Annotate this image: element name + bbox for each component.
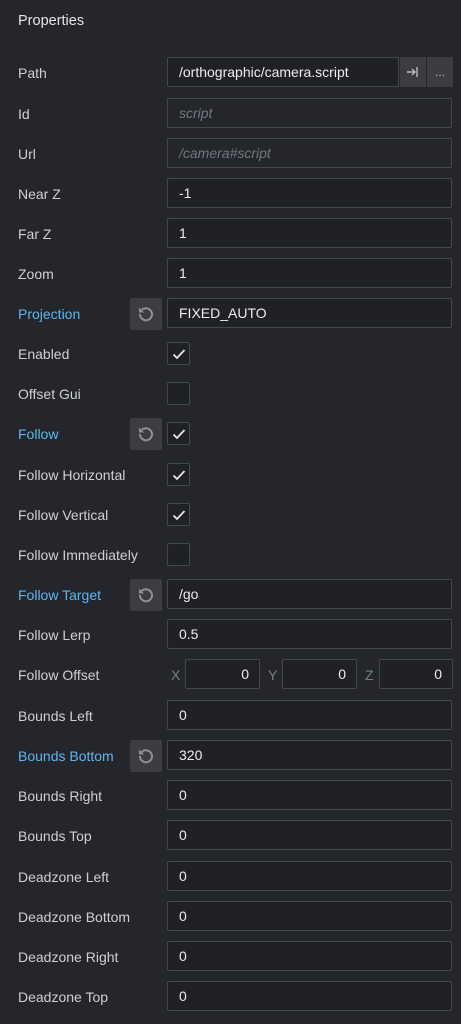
deadzone-bottom-field[interactable]: 0: [167, 901, 452, 931]
browse-button[interactable]: ...: [427, 57, 453, 87]
reset-icon[interactable]: [130, 298, 162, 330]
deadzone-top-label: Deadzone Top: [18, 989, 109, 1005]
enabled-label: Enabled: [18, 346, 70, 362]
bounds-right-label: Bounds Right: [18, 788, 103, 804]
near-z-row: Near Z -1: [0, 178, 461, 210]
deadzone-left-row: Deadzone Left 0: [0, 861, 461, 893]
checkmark-icon: [172, 509, 185, 520]
follow-horizontal-row: Follow Horizontal: [0, 459, 461, 491]
follow-vertical-label: Follow Vertical: [18, 507, 109, 523]
follow-lerp-label: Follow Lerp: [18, 627, 91, 643]
y-axis-label: Y: [268, 667, 278, 683]
id-row: Id script: [0, 98, 461, 130]
deadzone-top-row: Deadzone Top 0: [0, 981, 461, 1013]
follow-offset-label: Follow Offset: [18, 667, 100, 683]
x-axis-label: X: [171, 667, 181, 683]
follow-target-label: Follow Target: [18, 587, 102, 603]
z-axis-label: Z: [365, 667, 374, 683]
path-row: Path /orthographic/camera.script ...: [0, 57, 461, 89]
offset-gui-label: Offset Gui: [18, 386, 81, 402]
url-label: Url: [18, 146, 36, 162]
enabled-checkbox[interactable]: [167, 342, 190, 365]
zoom-field[interactable]: 1: [167, 258, 452, 288]
follow-vertical-row: Follow Vertical: [0, 499, 461, 531]
follow-target-row: Follow Target /go: [0, 579, 461, 611]
follow-lerp-row: Follow Lerp 0.5: [0, 619, 461, 651]
follow-horizontal-label: Follow Horizontal: [18, 467, 126, 483]
follow-offset-y-field[interactable]: 0: [282, 659, 357, 689]
checkmark-icon: [172, 348, 185, 359]
projection-row: Projection FIXED_AUTO: [0, 298, 461, 330]
follow-vertical-checkbox[interactable]: [167, 503, 190, 526]
follow-immediately-checkbox[interactable]: [167, 543, 190, 566]
bounds-right-row: Bounds Right 0: [0, 780, 461, 812]
follow-offset-z-field[interactable]: 0: [379, 659, 453, 689]
deadzone-right-label: Deadzone Right: [18, 949, 119, 965]
bounds-bottom-row: Bounds Bottom 320: [0, 740, 461, 772]
follow-checkbox[interactable]: [167, 422, 190, 445]
id-label: Id: [18, 106, 30, 122]
reset-icon[interactable]: [130, 579, 162, 611]
url-field[interactable]: /camera#script: [167, 138, 452, 168]
zoom-label: Zoom: [18, 266, 54, 282]
checkmark-icon: [172, 469, 185, 480]
deadzone-top-field[interactable]: 0: [167, 981, 452, 1011]
zoom-row: Zoom 1: [0, 258, 461, 290]
follow-lerp-field[interactable]: 0.5: [167, 619, 452, 649]
follow-immediately-row: Follow Immediately: [0, 539, 461, 571]
offset-gui-checkbox[interactable]: [167, 382, 190, 405]
follow-offset-x-field[interactable]: 0: [185, 659, 260, 689]
bounds-top-label: Bounds Top: [18, 828, 92, 844]
near-z-field[interactable]: -1: [167, 178, 452, 208]
follow-target-field[interactable]: /go: [167, 579, 452, 609]
far-z-row: Far Z 1: [0, 218, 461, 250]
bounds-bottom-field[interactable]: 320: [167, 740, 452, 770]
far-z-field[interactable]: 1: [167, 218, 452, 248]
id-field[interactable]: script: [167, 98, 452, 128]
goto-file-icon[interactable]: [400, 57, 426, 87]
deadzone-right-row: Deadzone Right 0: [0, 941, 461, 973]
bounds-left-label: Bounds Left: [18, 708, 93, 724]
offset-gui-row: Offset Gui: [0, 378, 461, 410]
bounds-top-field[interactable]: 0: [167, 820, 452, 850]
deadzone-left-label: Deadzone Left: [18, 869, 110, 885]
follow-label: Follow: [18, 426, 59, 442]
projection-label: Projection: [18, 306, 81, 322]
deadzone-bottom-label: Deadzone Bottom: [18, 909, 131, 925]
url-row: Url /camera#script: [0, 138, 461, 170]
deadzone-right-field[interactable]: 0: [167, 941, 452, 971]
far-z-label: Far Z: [18, 226, 52, 242]
follow-horizontal-checkbox[interactable]: [167, 463, 190, 486]
deadzone-left-field[interactable]: 0: [167, 861, 452, 891]
panel-title: Properties: [18, 13, 85, 29]
follow-immediately-label: Follow Immediately: [18, 547, 138, 563]
reset-icon[interactable]: [130, 740, 162, 772]
projection-field[interactable]: FIXED_AUTO: [167, 298, 452, 328]
bounds-left-row: Bounds Left 0: [0, 700, 461, 732]
deadzone-bottom-row: Deadzone Bottom 0: [0, 901, 461, 933]
bounds-left-field[interactable]: 0: [167, 700, 452, 730]
follow-row: Follow: [0, 418, 461, 450]
path-field[interactable]: /orthographic/camera.script: [167, 57, 399, 87]
bounds-right-field[interactable]: 0: [167, 780, 452, 810]
path-label: Path: [18, 65, 47, 81]
follow-offset-row: Follow Offset X 0 Y 0 Z 0: [0, 659, 461, 691]
reset-icon[interactable]: [130, 418, 162, 450]
bounds-top-row: Bounds Top 0: [0, 820, 461, 852]
checkmark-icon: [172, 428, 185, 439]
near-z-label: Near Z: [18, 186, 61, 202]
bounds-bottom-label: Bounds Bottom: [18, 748, 114, 764]
enabled-row: Enabled: [0, 338, 461, 370]
